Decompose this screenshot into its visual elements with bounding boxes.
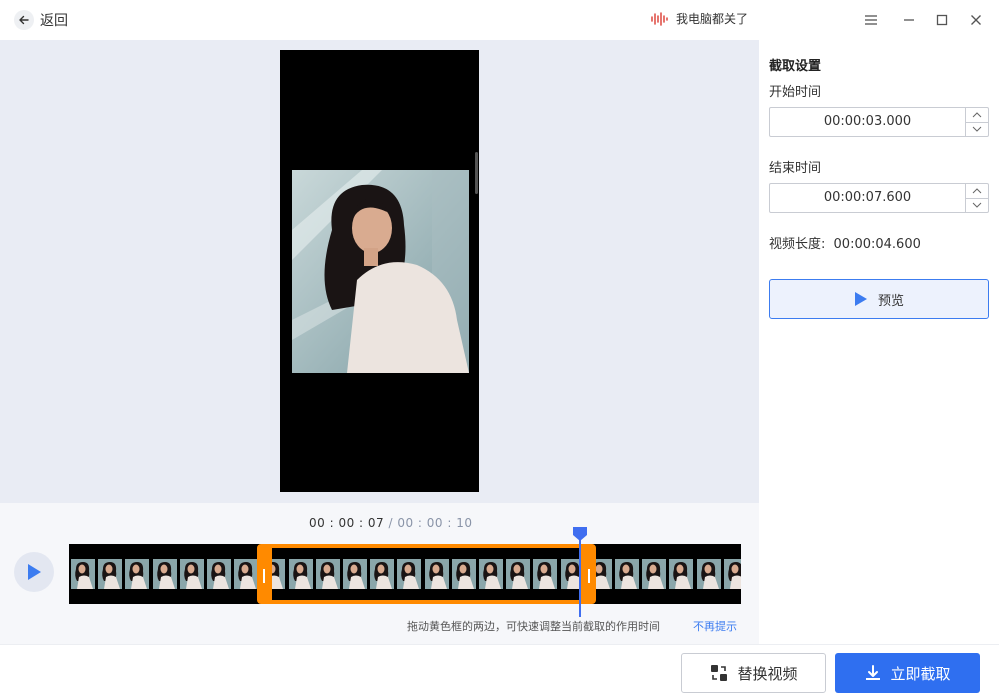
- spin-down-icon[interactable]: [966, 123, 988, 137]
- video-frame-image: [292, 170, 469, 373]
- filmstrip-frame: [152, 559, 177, 589]
- filmstrip-frame: [696, 559, 721, 589]
- back-button[interactable]: 返回: [14, 8, 68, 32]
- filmstrip-frame: [207, 559, 231, 589]
- timeline-area: 00 : 00 : 07 / 00 : 00 : 10 拖动黄色框的两边，可快速…: [0, 503, 759, 644]
- timecode-separator: /: [384, 516, 398, 530]
- clip-settings-panel: 截取设置 开始时间 00:00:03.000 结束时间 00:00:07.600…: [759, 40, 999, 644]
- start-time-stepper[interactable]: [965, 108, 988, 136]
- dont-show-again-link[interactable]: 不再提示: [693, 618, 737, 634]
- end-time-label: 结束时间: [769, 161, 822, 176]
- end-time-value[interactable]: 00:00:07.600: [770, 184, 965, 212]
- video-preview-area: [0, 40, 759, 503]
- play-icon: [28, 564, 41, 580]
- filmstrip-frame: [98, 559, 123, 589]
- duration-value: 00:00:04.600: [833, 237, 921, 252]
- spin-up-icon[interactable]: [966, 184, 988, 199]
- app-name: 我电脑都关了: [650, 10, 748, 27]
- video-duration: 视频长度: 00:00:04.600: [769, 233, 921, 252]
- app-name-label: 我电脑都关了: [676, 12, 749, 26]
- download-icon: [866, 665, 881, 680]
- preview-button[interactable]: 预览: [769, 279, 989, 319]
- maximize-icon[interactable]: [932, 10, 952, 30]
- spin-up-icon[interactable]: [966, 108, 988, 123]
- preview-button-label: 预览: [877, 293, 904, 309]
- audio-wave-icon: [651, 11, 668, 26]
- playhead-line: [579, 539, 581, 617]
- video-player[interactable]: [280, 50, 479, 492]
- minimize-icon[interactable]: [899, 10, 919, 30]
- back-arrow-icon: [14, 10, 34, 30]
- start-time-label: 开始时间: [769, 85, 822, 100]
- replace-video-label: 替换视频: [737, 664, 798, 683]
- duration-label: 视频长度:: [769, 237, 826, 252]
- timeline-tip: 拖动黄色框的两边，可快速调整当前截取的作用时间: [407, 620, 660, 633]
- filmstrip-frame: [642, 559, 667, 589]
- end-time-stepper[interactable]: [965, 184, 988, 212]
- selection-right-handle[interactable]: [588, 569, 590, 583]
- settings-title: 截取设置: [769, 59, 822, 74]
- close-icon[interactable]: [966, 10, 986, 30]
- playhead-handle[interactable]: [572, 526, 588, 542]
- replace-icon: [711, 665, 728, 681]
- filmstrip-frame: [71, 559, 95, 589]
- selection-left-handle[interactable]: [263, 569, 265, 583]
- filmstrip-frame: [125, 559, 150, 589]
- spin-down-icon[interactable]: [966, 199, 988, 213]
- end-time-field[interactable]: 00:00:07.600: [769, 183, 989, 213]
- filmstrip-frame: [179, 559, 204, 589]
- cut-now-label: 立即截取: [890, 664, 951, 683]
- start-time-value[interactable]: 00:00:03.000: [770, 108, 965, 136]
- total-time: 00 : 00 : 10: [397, 516, 473, 530]
- selection-range[interactable]: [257, 544, 596, 604]
- filmstrip-frame: [723, 559, 741, 589]
- filmstrip-frame: [234, 559, 259, 589]
- bottom-bar: 替换视频 立即截取: [0, 644, 999, 700]
- play-button[interactable]: [14, 552, 54, 592]
- back-label: 返回: [40, 13, 68, 29]
- play-icon: [854, 292, 867, 306]
- filmstrip-frame: [615, 559, 639, 589]
- menu-icon[interactable]: [861, 10, 881, 30]
- video-scrollbar[interactable]: [475, 152, 478, 194]
- filmstrip-frame: [669, 559, 694, 589]
- start-time-field[interactable]: 00:00:03.000: [769, 107, 989, 137]
- title-bar: 返回 我电脑都关了: [0, 0, 999, 40]
- timecode: 00 : 00 : 07 / 00 : 00 : 10: [309, 516, 472, 530]
- replace-video-button[interactable]: 替换视频: [681, 653, 826, 693]
- current-time: 00 : 00 : 07: [309, 516, 385, 530]
- cut-now-button[interactable]: 立即截取: [835, 653, 980, 693]
